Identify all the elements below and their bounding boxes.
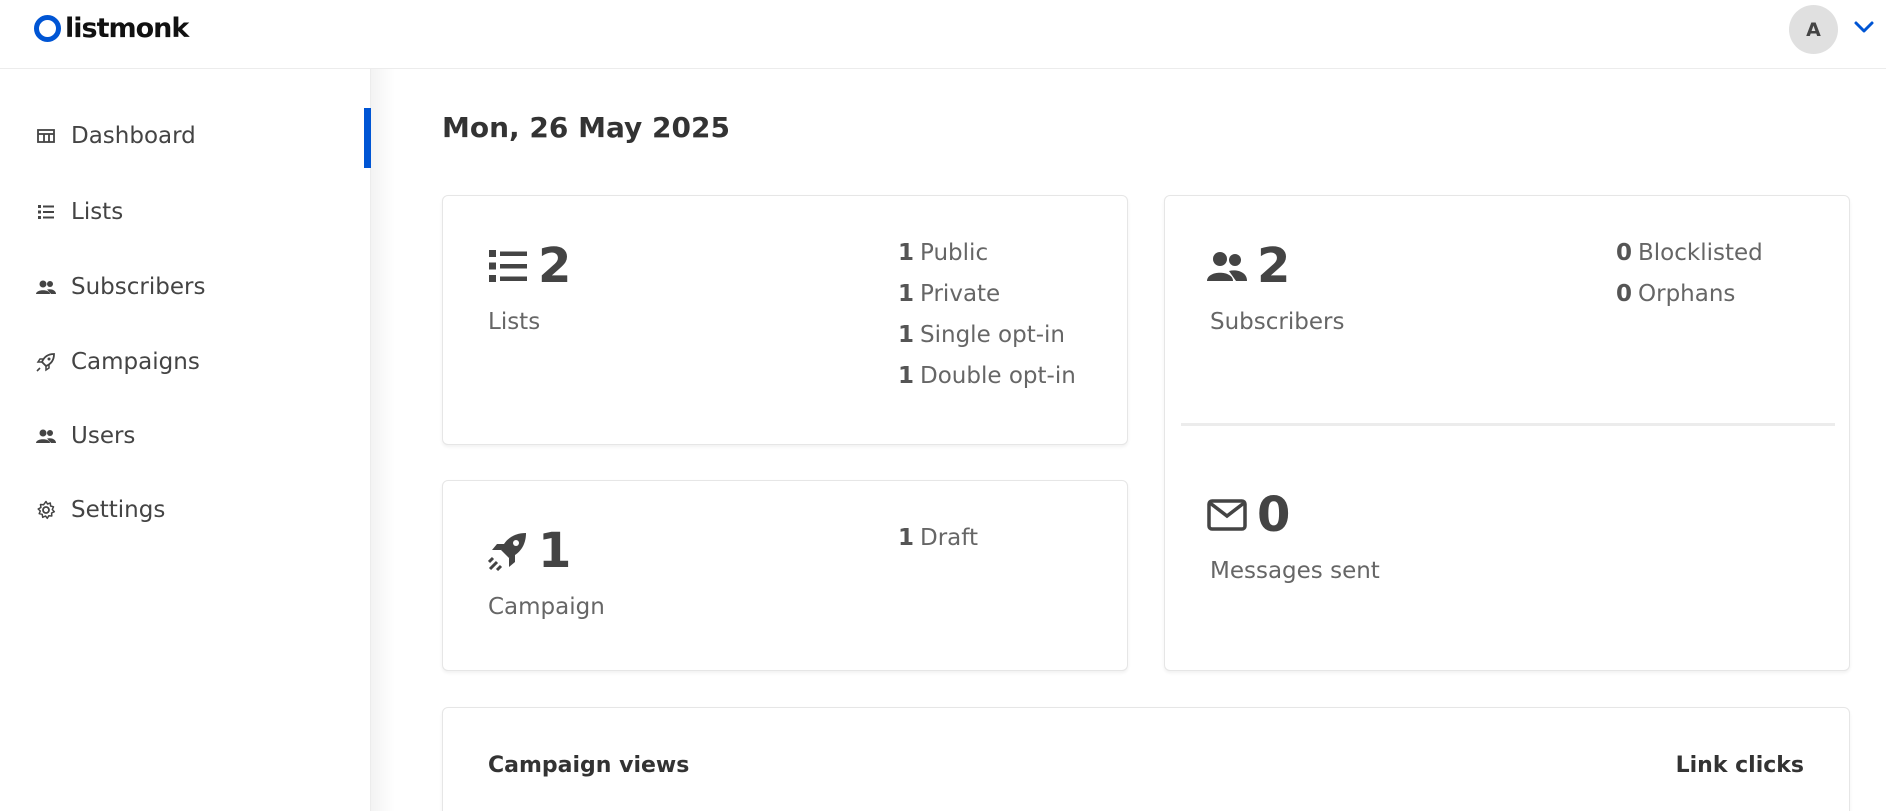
users-icon: [36, 426, 56, 446]
lists-count-row: 2: [488, 242, 571, 290]
user-avatar[interactable]: A: [1789, 5, 1838, 54]
lists-stats: 1 Public 1 Private 1 Single opt-in 1 Double …: [898, 240, 1076, 404]
campaigns-count-row: 1: [488, 527, 571, 575]
users-icon: [36, 277, 56, 297]
campaigns-count: 1: [538, 523, 572, 579]
subscribers-label: Subscribers: [1210, 309, 1345, 335]
sidebar-item-label: Lists: [71, 199, 124, 225]
subscribers-count-row: 2: [1207, 242, 1290, 290]
messages-count: 0: [1257, 487, 1291, 543]
top-bar: listmonk A: [0, 0, 1886, 69]
charts-card: Campaign views Link clicks: [442, 707, 1850, 811]
list-icon: [36, 202, 56, 222]
sidebar-item-label: Dashboard: [71, 123, 196, 149]
stat-blocklisted[interactable]: 0 Blocklisted: [1616, 240, 1763, 281]
campaign-views-title: Campaign views: [488, 753, 690, 778]
sidebar-item-subscribers[interactable]: Subscribers: [0, 259, 371, 315]
campaigns-card[interactable]: 1 Campaign 1 Draft: [442, 480, 1128, 671]
listmonk-logo[interactable]: listmonk: [34, 13, 189, 44]
stat-public[interactable]: 1 Public: [898, 240, 1076, 281]
sidebar-item-label: Settings: [71, 497, 166, 523]
chevron-down-icon[interactable]: [1853, 18, 1875, 36]
stat-double-optin[interactable]: 1 Double opt-in: [898, 363, 1076, 404]
logo-ring-icon: [34, 15, 61, 42]
stat-draft[interactable]: 1 Draft: [898, 525, 978, 566]
sidebar-item-label: Subscribers: [71, 274, 206, 300]
messages-label: Messages sent: [1210, 558, 1380, 584]
page-title-date: Mon, 26 May 2025: [442, 111, 730, 144]
envelope-icon: [1207, 495, 1247, 535]
stat-private[interactable]: 1 Private: [898, 281, 1076, 322]
lists-count: 2: [538, 238, 572, 294]
stat-single-optin[interactable]: 1 Single opt-in: [898, 322, 1076, 363]
subscribers-card[interactable]: 2 Subscribers 0 Blocklisted 0 Orphans 0 Me…: [1164, 195, 1850, 671]
lists-card[interactable]: 2 Lists 1 Public 1 Private 1 Single opt-in …: [442, 195, 1128, 445]
campaigns-stats: 1 Draft: [898, 525, 978, 566]
messages-count-row: 0: [1207, 491, 1290, 539]
sidebar-item-dashboard[interactable]: Dashboard: [0, 108, 371, 168]
sidebar-item-campaigns[interactable]: Campaigns: [0, 334, 371, 390]
list-icon: [488, 246, 528, 286]
logo-text: listmonk: [65, 13, 189, 44]
lists-label: Lists: [488, 309, 541, 335]
sidebar-item-users[interactable]: Users: [0, 408, 371, 464]
stat-orphans[interactable]: 0 Orphans: [1616, 281, 1763, 322]
dashboard-icon: [36, 126, 56, 146]
sidebar-item-label: Users: [71, 423, 136, 449]
subscribers-stats: 0 Blocklisted 0 Orphans: [1616, 240, 1763, 322]
sidebar-item-label: Campaigns: [71, 349, 200, 375]
users-icon: [1207, 246, 1247, 286]
card-divider: [1181, 423, 1835, 426]
campaigns-label: Campaign: [488, 594, 605, 620]
rocket-icon: [36, 352, 56, 372]
sidebar-item-settings[interactable]: Settings: [0, 482, 371, 538]
gear-icon: [36, 500, 56, 520]
sidebar-item-lists[interactable]: Lists: [0, 184, 371, 240]
sidebar-shadow: [371, 69, 395, 811]
subscribers-count: 2: [1257, 238, 1291, 294]
link-clicks-title: Link clicks: [1675, 753, 1804, 778]
rocket-icon: [488, 531, 528, 571]
